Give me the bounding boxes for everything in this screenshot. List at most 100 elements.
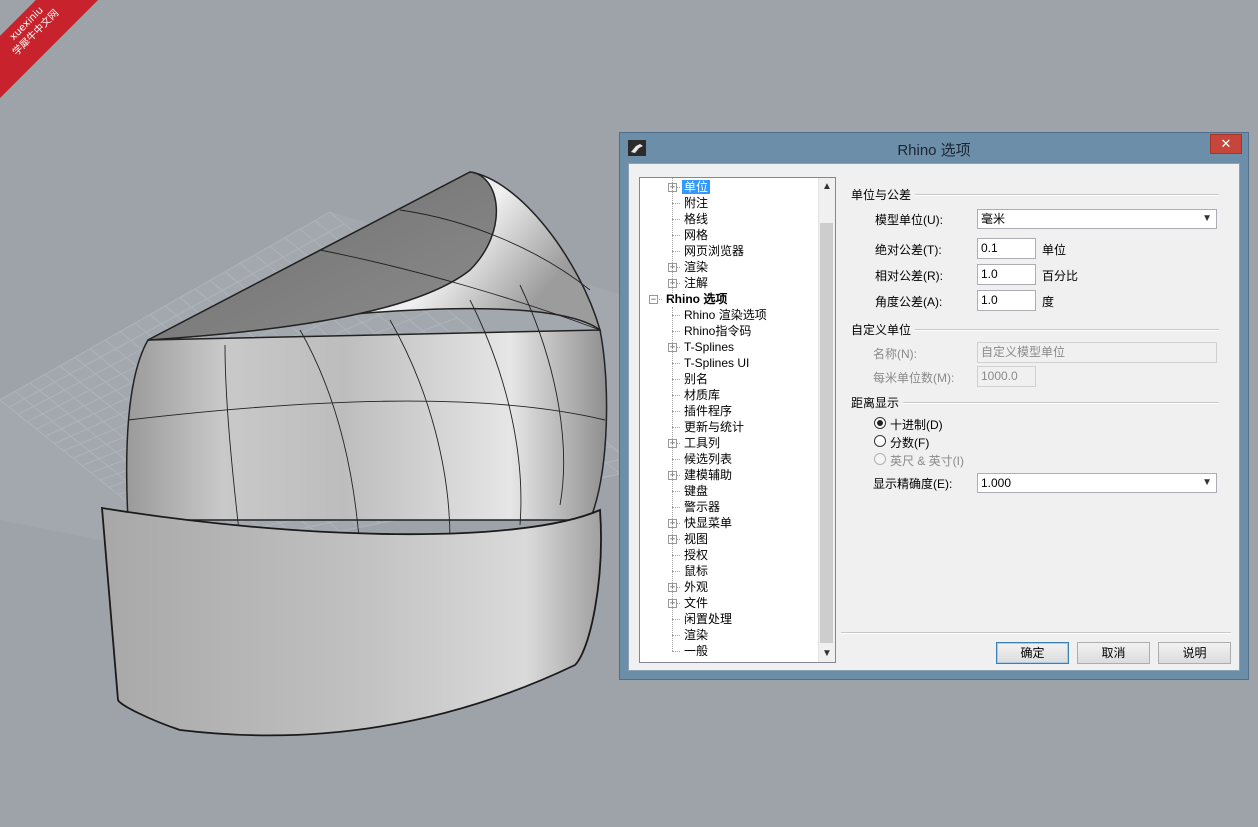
tree-item-label: 一般 [684, 644, 709, 658]
tree-connector [672, 427, 680, 428]
collapse-minus-icon[interactable]: − [649, 295, 658, 304]
tree-item-label: 别名 [684, 372, 709, 386]
scroll-up-arrow-icon[interactable]: ▲ [819, 178, 835, 195]
dialog-titlebar[interactable]: Rhino 选项 ✕ [620, 133, 1248, 163]
tree-item-label: Rhino指令码 [684, 324, 752, 338]
decimal-radio[interactable] [874, 417, 886, 429]
model-units-value: 毫米 [981, 212, 1006, 226]
tree-item[interactable]: 警示器 [682, 499, 722, 515]
chevron-down-icon: ▼ [1202, 477, 1212, 488]
fractional-label[interactable]: 分数(F) [890, 434, 929, 451]
tree-item[interactable]: 网格 [682, 227, 710, 243]
custom-name-input[interactable]: 自定义模型单位 [977, 342, 1217, 363]
tree-item[interactable]: 别名 [682, 371, 710, 387]
tree-item[interactable]: 视图 [682, 531, 710, 547]
close-icon: ✕ [1220, 137, 1232, 152]
abs-tolerance-unit: 单位 [1042, 243, 1067, 257]
tree-item-label: 渲染 [684, 628, 709, 642]
model-units-select[interactable]: 毫米 ▼ [977, 209, 1217, 229]
units-group-title: 单位与公差 [851, 188, 912, 202]
tree-item[interactable]: 材质库 [682, 387, 722, 403]
tree-item[interactable]: 授权 [682, 547, 710, 563]
tree-connector [672, 203, 680, 204]
tree-connector [672, 315, 680, 316]
tree-item[interactable]: 注解 [682, 275, 710, 291]
tree-item[interactable]: 闲置处理 [682, 611, 734, 627]
tree-connector [672, 379, 680, 380]
rel-tolerance-input[interactable]: 1.0 [977, 264, 1036, 285]
tree-guide [672, 178, 673, 299]
feet-inches-radio[interactable] [874, 453, 886, 465]
tree-item[interactable]: 一般 [682, 643, 710, 659]
tree-item-label: Rhino 选项 [666, 292, 728, 306]
tree-item[interactable]: T-Splines UI [682, 355, 751, 371]
units-per-meter-input[interactable]: 1000.0 [977, 366, 1036, 387]
tree-item-label: Rhino 渲染选项 [684, 308, 767, 322]
tree-connector [672, 571, 680, 572]
tree-item-label: 鼠标 [684, 564, 709, 578]
custom-units-group-title: 自定义单位 [851, 323, 912, 337]
rhino-model[interactable] [101, 171, 608, 737]
tree-item[interactable]: Rhino 渲染选项 [682, 307, 769, 323]
tree-item[interactable]: 候选列表 [682, 451, 734, 467]
ok-button[interactable]: 确定 [996, 642, 1069, 664]
tree-connector [672, 491, 680, 492]
scroll-down-arrow-icon[interactable]: ▼ [819, 645, 835, 662]
close-button[interactable]: ✕ [1210, 134, 1242, 154]
angle-tolerance-unit: 度 [1042, 295, 1055, 309]
tree-item[interactable]: 鼠标 [682, 563, 710, 579]
tree-connector [672, 331, 680, 332]
tree-item[interactable]: 格线 [682, 211, 710, 227]
tree-item[interactable]: 外观 [682, 579, 710, 595]
abs-tolerance-label: 绝对公差(T): [875, 243, 942, 257]
tree-connector [672, 395, 680, 396]
cancel-button[interactable]: 取消 [1077, 642, 1150, 664]
help-button[interactable]: 说明 [1158, 642, 1231, 664]
tree-connector [672, 555, 680, 556]
tree-connector [672, 635, 680, 636]
abs-tolerance-input[interactable]: 0.1 [977, 238, 1036, 259]
scroll-thumb[interactable] [820, 223, 833, 643]
tree-item[interactable]: 渲染 [682, 259, 710, 275]
tree-item[interactable]: 附注 [682, 195, 710, 211]
tree-item[interactable]: Rhino指令码 [682, 323, 753, 339]
tree-item[interactable]: 渲染 [682, 627, 710, 643]
tree-item[interactable]: 文件 [682, 595, 710, 611]
tree-item-label: 外观 [684, 580, 709, 594]
options-tree[interactable]: 单位 + 附注 格线 网格 网页浏览器 渲染 + 注解 + Rhino 选项 − Rhino 渲染选项 R… [639, 177, 836, 663]
dialog-client-area: 单位 + 附注 格线 网格 网页浏览器 渲染 + 注解 + Rhino 选项 − Rhino 渲染选项 R… [628, 163, 1240, 671]
decimal-label[interactable]: 十进制(D) [890, 416, 943, 433]
distance-display-divider [903, 402, 1219, 404]
tree-item[interactable]: 工具列 [682, 435, 722, 451]
display-precision-select[interactable]: 1.000 ▼ [977, 473, 1217, 493]
tree-item[interactable]: 网页浏览器 [682, 243, 746, 259]
tree-connector [672, 619, 680, 620]
tree-item-label: 网格 [684, 228, 709, 242]
tree-item[interactable]: 建模辅助 [682, 467, 734, 483]
tree-item[interactable]: 更新与统计 [682, 419, 746, 435]
distance-display-group-title: 距离显示 [851, 396, 900, 410]
rel-tolerance-unit: 百分比 [1042, 269, 1079, 283]
tree-item-label: 材质库 [684, 388, 721, 402]
tree-item[interactable]: 快显菜单 [682, 515, 734, 531]
tree-item[interactable]: 键盘 [682, 483, 710, 499]
tree-item-label: 文件 [684, 596, 709, 610]
custom-units-divider [915, 329, 1219, 331]
tree-guide [672, 307, 673, 651]
display-precision-value: 1.000 [981, 476, 1012, 490]
tree-item[interactable]: T-Splines [682, 339, 736, 355]
chevron-down-icon: ▼ [1202, 213, 1212, 224]
feet-inches-label: 英尺 & 英寸(I) [890, 454, 964, 468]
fractional-radio[interactable] [874, 435, 886, 447]
tree-item[interactable]: 插件程序 [682, 403, 734, 419]
angle-tolerance-label: 角度公差(A): [875, 295, 943, 309]
dialog-title: Rhino 选项 [897, 142, 971, 159]
tree-item-label: 工具列 [684, 436, 721, 450]
angle-tolerance-input[interactable]: 1.0 [977, 290, 1036, 311]
tree-connector [672, 411, 680, 412]
tree-item[interactable]: Rhino 选项 [664, 291, 729, 307]
units-per-meter-label: 每米单位数(M): [873, 371, 955, 385]
tree-scrollbar[interactable]: ▲ ▼ [818, 178, 835, 662]
tree-item-label: T-Splines [684, 340, 735, 354]
tree-item[interactable]: 单位 [682, 179, 711, 195]
